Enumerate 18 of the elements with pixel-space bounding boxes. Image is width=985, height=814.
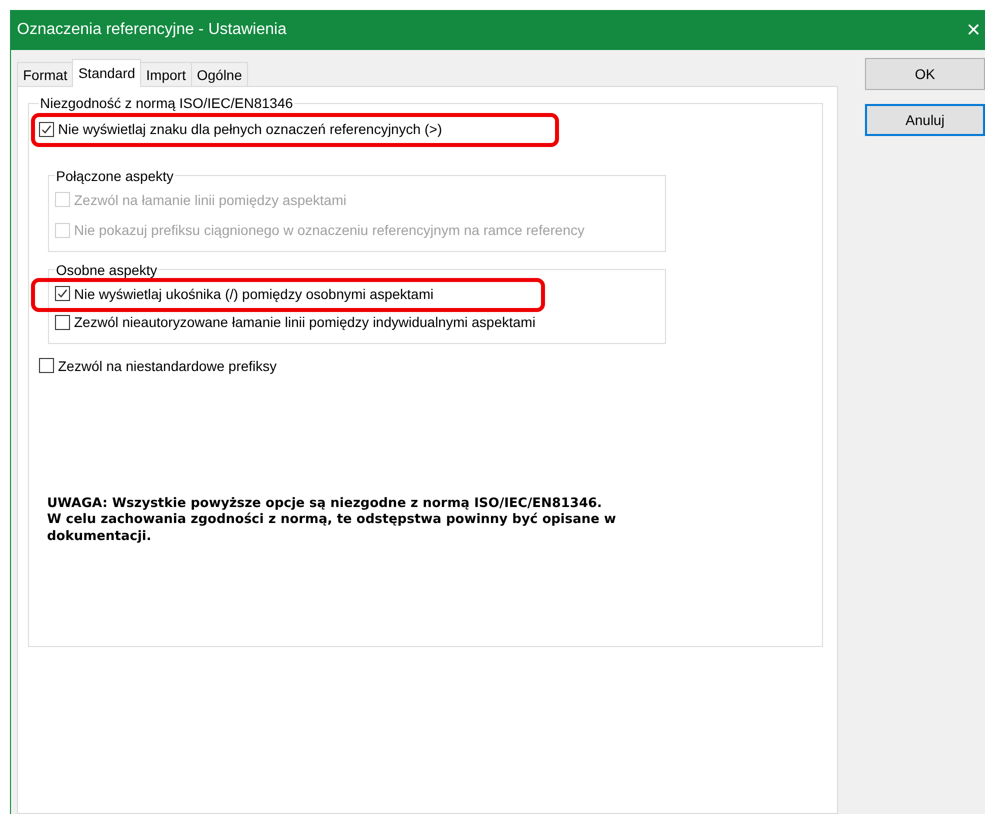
check-icon [41, 124, 52, 134]
close-button[interactable]: ✕ [956, 19, 985, 41]
window-title: Oznaczenia referencyjne - Ustawienia [17, 21, 286, 39]
warning-note: UWAGA: Wszystkie powyższe opcje są niezgodne z normą ISO/IEC/EN81346. W celu zachowania zgodności z normą, te odstępstwa powinny być opisane w dokumentacji. [47, 496, 618, 545]
tab[interactable]: Import [140, 62, 192, 86]
dialog-button[interactable]: Anuluj [865, 104, 985, 136]
checkbox[interactable] [55, 286, 70, 301]
dialog-button[interactable]: OK [865, 58, 985, 90]
group-title: Osobne aspekty [55, 262, 158, 278]
group-title: Niezgodność z normą ISO/IEC/EN81346 [39, 95, 294, 111]
check-icon [57, 288, 68, 299]
tab[interactable]: Ogólne [190, 62, 248, 86]
checkbox[interactable] [39, 358, 54, 373]
group-title: Połączone aspekty [55, 168, 175, 184]
tab[interactable]: Standard [72, 59, 142, 87]
tab[interactable]: Format [17, 62, 74, 86]
checkbox[interactable] [39, 122, 54, 136]
checkbox[interactable] [55, 314, 70, 330]
